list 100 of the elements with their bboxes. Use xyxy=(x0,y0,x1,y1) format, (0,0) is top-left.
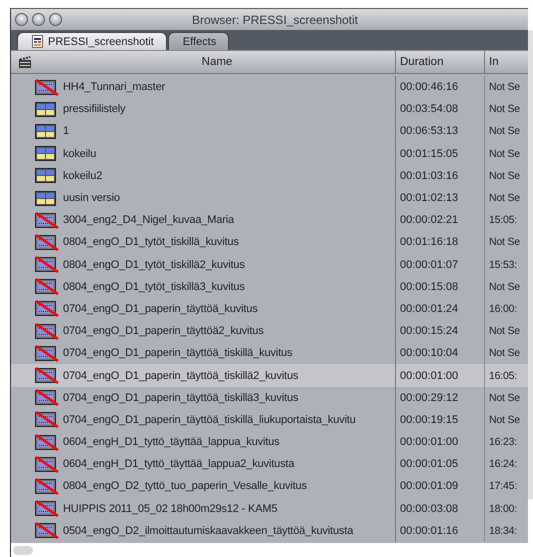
offline-clip-icon xyxy=(35,367,59,384)
duration-cell: 00:06:53:13 xyxy=(396,120,485,143)
clip-name: kokeilu xyxy=(63,148,96,160)
sequence-icon xyxy=(35,122,59,140)
duration-cell: 00:00:03:08 xyxy=(396,498,485,520)
clapperboard-icon xyxy=(18,55,32,69)
duration-cell: 00:01:03:16 xyxy=(396,164,485,187)
in-point-cell-text: 15:05: xyxy=(488,213,518,228)
in-point-cell-text: Not Se xyxy=(488,346,521,362)
table-row[interactable]: 0804_engO_D2_tyttö_tuo_paperin_Vesalle_kuvitus 00:00:01:09 17:45: xyxy=(11,475,528,498)
in-point-cell-text: 15:53: xyxy=(488,258,518,273)
zoom-button[interactable] xyxy=(49,13,62,26)
duration-cell: 00:00:01:00 xyxy=(396,364,485,387)
window-title: Browser: PRESSI_screenshotit xyxy=(190,12,360,26)
tab[interactable]: Effects xyxy=(168,32,230,50)
offline-clip-icon xyxy=(35,212,59,229)
duration-cell: 00:00:01:05 xyxy=(396,453,485,476)
table-row[interactable]: 3004_eng2_D4_Nigel_kuvaa_Maria 00:00:02:21 15:05: xyxy=(11,209,528,232)
table-row[interactable]: 0804_engO_D1_tytöt_tiskillä3_kuvitus 00:00:15:08 Not Se xyxy=(11,276,528,298)
table-row[interactable]: 0604_engH_D1_tyttö_täyttää_lappua_kuvitus 00:00:01:00 16:23: xyxy=(11,431,528,454)
table-row[interactable]: kokeilu2 00:01:03:16 Not Se xyxy=(11,164,528,187)
clip-name: pressifiilistely xyxy=(63,103,126,116)
clip-name: 0504_engO_D2_ilmoittautumiskaavakkeen_täyttöä_kuvitusta xyxy=(63,524,354,537)
in-point-cell-text: Not Se xyxy=(488,124,521,140)
offline-clip-icon xyxy=(35,389,59,406)
clip-name: 0704_engO_D1_paperin_täyttöä_tiskillä_liukuportaista_kuvitu xyxy=(63,414,356,426)
in-point-cell-text: 18:34: xyxy=(488,524,518,539)
duration-cell: 00:00:02:21 xyxy=(396,209,485,232)
duration-cell: 00:00:15:08 xyxy=(396,276,485,298)
in-point-cell-text: 16:00: xyxy=(488,302,518,317)
clip-name: 0704_engO_D1_paperin_täyttöä_tiskillä_kuvitus xyxy=(63,347,292,360)
in-point-cell-text: Not Se xyxy=(488,235,521,250)
offline-clip-icon xyxy=(35,78,59,96)
in-point-cell-text: Not Se xyxy=(488,146,521,162)
clip-name: 0804_engO_D2_tyttö_tuo_paperin_Vesalle_kuvitus xyxy=(63,480,307,492)
offline-clip-icon xyxy=(35,256,59,274)
duration-cell: 00:00:01:07 xyxy=(396,254,485,276)
clip-name: 0704_engO_D1_paperin_täyttöä_tiskillä2_kuvitus xyxy=(63,370,298,382)
table-row[interactable]: HUIPPIS 2011_05_02 18h00m29s12 - KAM5 00:00:03:08 18:00: xyxy=(11,498,528,520)
offline-clip-icon xyxy=(35,522,59,540)
offline-clip-icon xyxy=(35,478,59,495)
horizontal-scrollbar[interactable] xyxy=(11,543,528,557)
clip-name: 0804_engO_D1_tytöt_tiskillä_kuvitus xyxy=(63,236,239,248)
tab[interactable]: PRESSI_screenshotit xyxy=(17,32,167,50)
offline-clip-icon xyxy=(35,500,59,518)
clip-name: 0604_engH_D1_tyttö_täyttää_lappua2_kuvitusta xyxy=(63,458,294,470)
table-row[interactable]: 0504_engO_D2_ilmoittautumiskaavakkeen_täyttöä_kuvitusta 00:00:01:16 18:34: xyxy=(11,520,528,542)
in-point-cell-text: Not Se xyxy=(488,191,521,206)
table-row[interactable]: 0804_engO_D1_tytöt_tiskillä_kuvitus 00:01:16:18 Not Se xyxy=(11,231,528,254)
offline-clip-icon xyxy=(35,411,59,428)
in-point-cell-text: 16:23: xyxy=(488,435,518,450)
close-button[interactable] xyxy=(15,13,28,26)
in-point-cell-text: 16:24: xyxy=(488,457,518,472)
offline-clip-icon xyxy=(35,344,59,362)
column-header[interactable]: Duration xyxy=(396,51,485,73)
clip-name: 3004_eng2_D4_Nigel_kuvaa_Maria xyxy=(63,214,234,226)
duration-cell: 00:00:19:15 xyxy=(396,408,485,431)
table-row[interactable]: 0704_engO_D1_paperin_täyttöä_tiskillä2_kuvitus 00:00:01:00 16:05: xyxy=(11,364,528,387)
clip-name: 0804_engO_D1_tytöt_tiskillä2_kuvitus xyxy=(63,258,245,271)
duration-cell: 00:01:16:18 xyxy=(396,231,485,254)
vertical-scrollbar[interactable] xyxy=(528,30,533,500)
duration-cell: 00:00:01:24 xyxy=(396,298,485,320)
table-row[interactable]: 1 00:06:53:13 Not Se xyxy=(11,120,528,143)
table-row[interactable]: pressifiilistely 00:03:54:08 Not Se xyxy=(11,98,528,120)
offline-clip-icon xyxy=(35,322,59,340)
in-point-cell-text: Not Se xyxy=(488,412,521,428)
table-row[interactable]: 0704_engO_D1_paperin_täyttöä_tiskillä3_kuvitus 00:00:29:12 Not Se xyxy=(11,386,528,409)
clip-name: HH4_Tunnari_master xyxy=(63,81,166,94)
in-point-cell-text: Not Se xyxy=(488,390,521,406)
minimize-button[interactable] xyxy=(32,13,45,26)
duration-cell: 00:01:15:05 xyxy=(396,142,485,165)
table-row[interactable]: 0804_engO_D1_tytöt_tiskillä2_kuvitus 00:00:01:07 15:53: xyxy=(11,254,528,276)
column-header[interactable]: In xyxy=(485,51,528,73)
clip-name: HUIPPIS 2011_05_02 18h00m29s12 - KAM5 xyxy=(63,502,278,515)
duration-cell: 00:00:15:24 xyxy=(396,320,485,342)
sequence-icon xyxy=(35,190,59,207)
column-header[interactable]: Name xyxy=(39,51,396,73)
duration-cell: 00:03:54:08 xyxy=(396,98,485,120)
table-row[interactable]: uusin versio 00:01:02:13 Not Se xyxy=(11,186,528,210)
in-point-cell-text: Not Se xyxy=(488,324,521,340)
table-row[interactable]: 0704_engO_D1_paperin_täyttöä2_kuvitus 00:00:15:24 Not Se xyxy=(11,320,528,342)
clip-name: kokeilu2 xyxy=(63,170,102,182)
duration-cell: 00:00:01:00 xyxy=(396,431,485,454)
sequence-icon xyxy=(35,100,59,118)
table-row[interactable]: kokeilu 00:01:15:05 Not Se xyxy=(11,142,528,165)
project-icon xyxy=(32,35,43,48)
in-point-cell-text: Not Se xyxy=(488,80,521,96)
table-row[interactable]: HH4_Tunnari_master 00:00:46:16 Not Se xyxy=(11,76,528,98)
in-point-cell-text: Not Se xyxy=(488,280,521,295)
clip-name: 0804_engO_D1_tytöt_tiskillä3_kuvitus xyxy=(63,280,245,293)
offline-clip-icon xyxy=(35,456,59,473)
duration-cell: 00:00:01:09 xyxy=(396,475,485,498)
table-row[interactable]: 0704_engO_D1_paperin_täyttöä_tiskillä_liukuportaista_kuvitu 00:00:19:15 Not Se xyxy=(11,408,528,431)
duration-cell: 00:00:29:12 xyxy=(396,386,485,409)
duration-cell: 00:00:01:16 xyxy=(396,520,485,542)
clip-name: 0604_engH_D1_tyttö_täyttää_lappua_kuvitus xyxy=(63,436,280,448)
table-row[interactable]: 0704_engO_D1_paperin_täyttöä_kuvitus 00:00:01:24 16:00: xyxy=(11,298,528,320)
table-row[interactable]: 0604_engH_D1_tyttö_täyttää_lappua2_kuvitusta 00:00:01:05 16:24: xyxy=(11,453,528,476)
offline-clip-icon xyxy=(35,278,59,296)
in-point-cell-text: Not Se xyxy=(488,168,521,184)
